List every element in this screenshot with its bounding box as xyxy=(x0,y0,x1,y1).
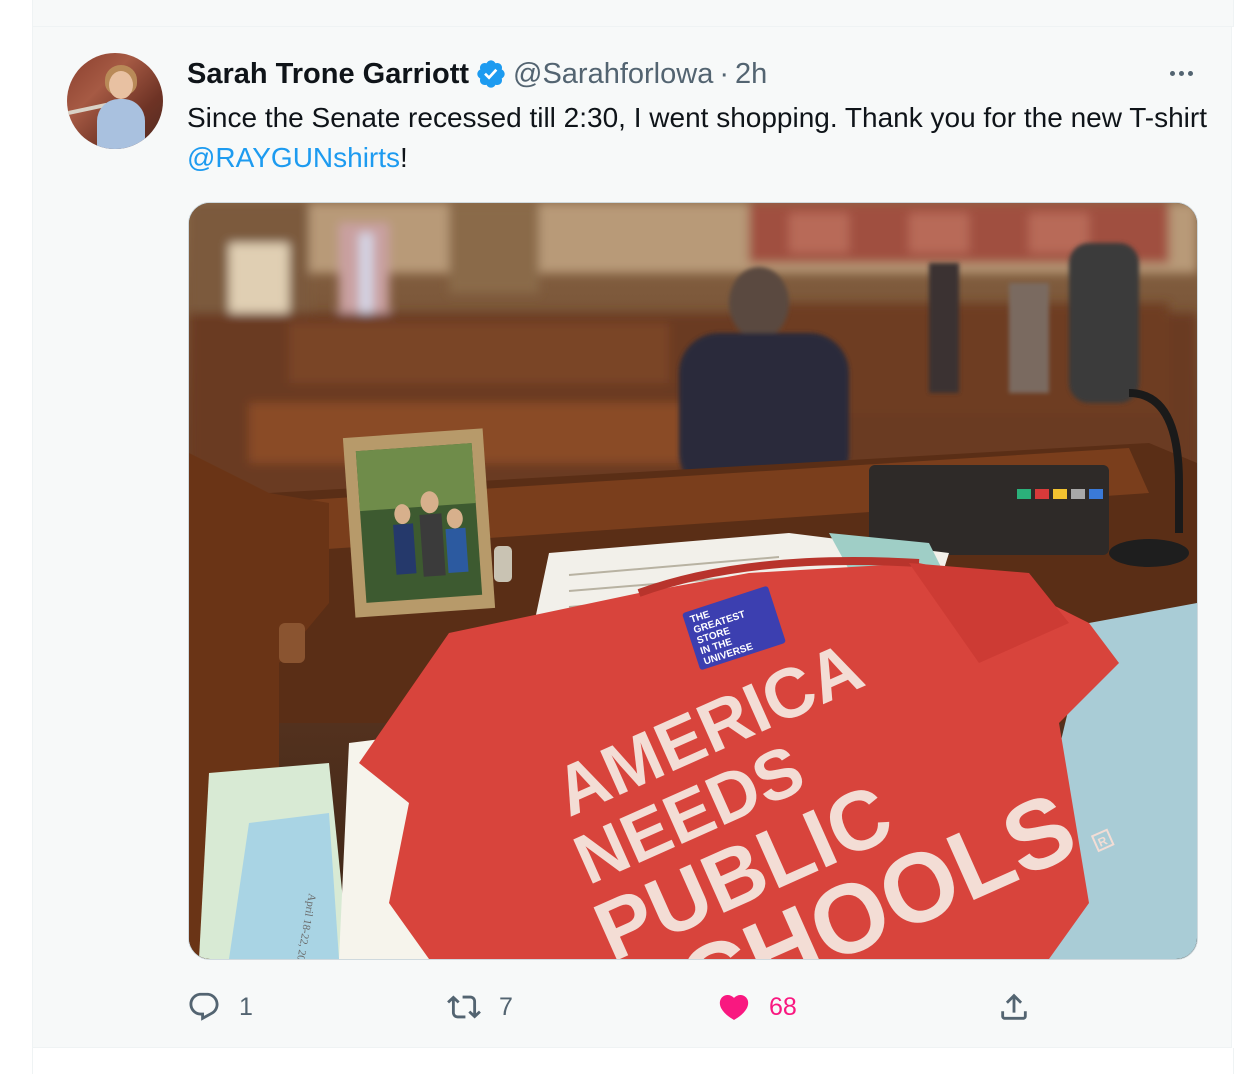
photo-scene: April 18-22, 2022 THEGREATESTSTOREIN THE… xyxy=(189,203,1197,959)
tweet-photo[interactable]: April 18-22, 2022 THE GREATEST STORE IN THE… xyxy=(188,202,1198,960)
share-icon xyxy=(1001,993,1027,1020)
retweet-icon xyxy=(447,995,481,1019)
previous-tweet-edge xyxy=(32,0,1234,27)
tweet-text-end: ! xyxy=(400,142,408,173)
share-button[interactable] xyxy=(997,985,1031,1029)
tweet-timestamp[interactable]: 2h xyxy=(735,58,767,91)
retweet-button[interactable]: 7 xyxy=(447,985,513,1029)
more-horizontal-icon[interactable] xyxy=(1163,61,1199,85)
tweet-actions: 1 7 68 xyxy=(187,985,1067,1029)
reply-icon xyxy=(189,992,219,1021)
avatar[interactable] xyxy=(67,53,163,149)
like-count: 68 xyxy=(769,992,797,1021)
tweet-header: Sarah Trone Garriott @Sarahforlowa · 2h xyxy=(187,57,767,91)
verified-badge-icon xyxy=(477,60,505,88)
tweet-text: Since the Senate recessed till 2:30, I w… xyxy=(187,98,1207,178)
next-tweet-edge xyxy=(32,1048,1234,1074)
tweet-card[interactable]: Sarah Trone Garriott @Sarahforlowa · 2h … xyxy=(32,27,1232,1048)
reply-count: 1 xyxy=(239,992,253,1021)
like-button[interactable]: 68 xyxy=(717,985,797,1029)
separator-dot: · xyxy=(719,57,729,90)
tweet-text-body: Since the Senate recessed till 2:30, I w… xyxy=(187,102,1208,133)
reply-button[interactable]: 1 xyxy=(187,985,253,1029)
retweet-count: 7 xyxy=(499,992,513,1021)
mention-link[interactable]: @RAYGUNshirts xyxy=(187,142,400,173)
heart-filled-icon xyxy=(719,994,749,1020)
author-handle[interactable]: @Sarahforlowa xyxy=(513,58,713,91)
author-name[interactable]: Sarah Trone Garriott xyxy=(187,58,469,91)
